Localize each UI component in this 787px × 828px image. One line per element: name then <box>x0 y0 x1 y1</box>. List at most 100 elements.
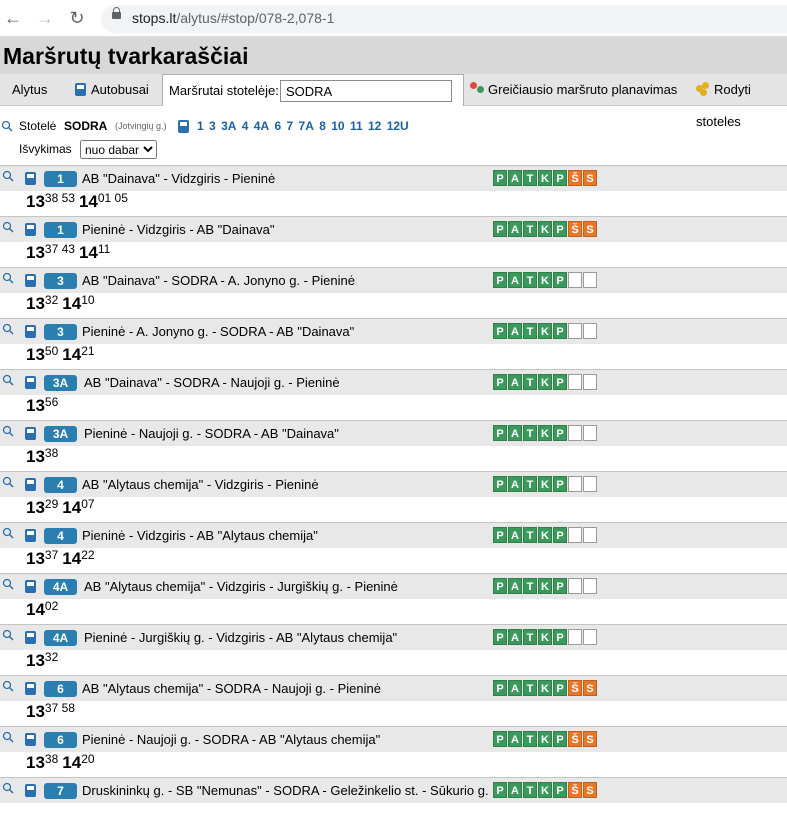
map-zoom-icon[interactable] <box>2 272 14 284</box>
route-number-badge[interactable]: 1 <box>44 222 77 238</box>
route-name[interactable]: AB "Dainava" - Vidzgiris - Pieninė <box>82 171 275 186</box>
map-zoom-icon[interactable] <box>2 680 14 692</box>
stop-search-input[interactable] <box>280 80 452 102</box>
route-header[interactable]: 4 AB "Alytaus chemija" - Vidzgiris - Pien… <box>0 471 787 497</box>
route-name[interactable]: Pieninė - Vidzgiris - AB "Dainava" <box>82 222 275 237</box>
bus-icon <box>25 427 36 440</box>
back-arrow-icon[interactable]: ← <box>2 7 24 29</box>
route-name[interactable]: Pieninė - Naujoji g. - SODRA - AB "Alyta… <box>82 732 380 747</box>
route-header[interactable]: 3A Pieninė - Naujoji g. - SODRA - AB "Dai… <box>0 420 787 446</box>
departure-select[interactable]: nuo dabar <box>80 140 157 159</box>
tab-routes-at-stop-label: Maršrutai stotelėje: <box>169 83 279 98</box>
bus-icon <box>25 733 36 746</box>
day-cell: K <box>538 680 552 696</box>
route-number-badge[interactable]: 4 <box>44 528 77 544</box>
route-header[interactable]: 6 Pieninė - Naujoji g. - SODRA - AB "Alyt… <box>0 726 787 752</box>
map-zoom-icon[interactable] <box>1 120 13 132</box>
route-link-4[interactable]: 4 <box>242 119 249 133</box>
route-header[interactable]: 4 Pieninė - Vidzgiris - AB "Alytaus chemi… <box>0 522 787 548</box>
route-name[interactable]: Druskininkų g. - SB "Nemunas" - SODRA - … <box>82 783 489 798</box>
tab-routes-at-stop[interactable]: Maršrutai stotelėje: <box>162 74 464 106</box>
stop-info: Stotelė SODRA (Jotvingių g.) 1 3 3A 4 4A… <box>0 116 787 164</box>
route-link-3a[interactable]: 3A <box>221 119 236 133</box>
tab-show-stops[interactable]: Rodyti stoteles <box>696 74 787 129</box>
route-name[interactable]: Pieninė - Naujoji g. - SODRA - AB "Daina… <box>84 426 339 441</box>
day-cell: T <box>523 170 537 186</box>
map-zoom-icon[interactable] <box>2 731 14 743</box>
route-link-6[interactable]: 6 <box>274 119 281 133</box>
route-name[interactable]: AB "Alytaus chemija" - Vidzgiris - Pieni… <box>82 477 319 492</box>
day-cell: P <box>493 374 507 390</box>
route-number-badge[interactable]: 1 <box>44 171 77 187</box>
route-name[interactable]: AB "Alytaus chemija" - SODRA - Naujoji g… <box>82 681 381 696</box>
tab-buses[interactable]: Autobusai <box>75 74 149 106</box>
route-row: 6 AB "Alytaus chemija" - SODRA - Naujoji … <box>0 675 787 726</box>
map-zoom-icon[interactable] <box>2 425 14 437</box>
route-number-badge[interactable]: 3A <box>44 426 77 442</box>
route-number-badge[interactable]: 4A <box>44 630 77 646</box>
route-number-badge[interactable]: 3 <box>44 324 77 340</box>
departure-minutes: 50 <box>44 344 59 358</box>
route-number-badge[interactable]: 4A <box>44 579 77 595</box>
day-cell: S <box>583 731 597 747</box>
day-cell: P <box>493 578 507 594</box>
map-zoom-icon[interactable] <box>2 782 14 794</box>
route-header[interactable]: 3 AB "Dainava" - SODRA - A. Jonyno g. - P… <box>0 267 787 293</box>
forward-arrow-icon[interactable]: → <box>34 7 56 29</box>
route-link-7a[interactable]: 7A <box>299 119 314 133</box>
route-header[interactable]: 6 AB "Alytaus chemija" - SODRA - Naujoji … <box>0 675 787 701</box>
route-header[interactable]: 7 Druskininkų g. - SB "Nemunas" - SODRA -… <box>0 777 787 803</box>
route-number-badge[interactable]: 7 <box>44 783 77 799</box>
day-cell: A <box>508 527 522 543</box>
route-name[interactable]: Pieninė - A. Jonyno g. - SODRA - AB "Dai… <box>82 324 354 339</box>
map-zoom-icon[interactable] <box>2 476 14 488</box>
route-link-3[interactable]: 3 <box>209 119 216 133</box>
map-zoom-icon[interactable] <box>2 527 14 539</box>
day-cell: T <box>523 374 537 390</box>
route-link-8[interactable]: 8 <box>319 119 326 133</box>
route-number-badge[interactable]: 6 <box>44 732 77 748</box>
route-header[interactable]: 4A AB "Alytaus chemija" - Vidzgiris - Jur… <box>0 573 787 599</box>
map-zoom-icon[interactable] <box>2 221 14 233</box>
route-name[interactable]: Pieninė - Vidzgiris - AB "Alytaus chemij… <box>82 528 318 543</box>
route-name[interactable]: AB "Alytaus chemija" - Vidzgiris - Jurgi… <box>84 579 398 594</box>
day-cell: P <box>553 272 567 288</box>
route-header[interactable]: 3 Pieninė - A. Jonyno g. - SODRA - AB "Da… <box>0 318 787 344</box>
day-cell: A <box>508 221 522 237</box>
route-link-7[interactable]: 7 <box>287 119 294 133</box>
day-cell <box>568 578 582 594</box>
route-name[interactable]: AB "Dainava" - SODRA - Naujoji g. - Pien… <box>84 375 340 390</box>
route-number-badge[interactable]: 3A <box>44 375 77 391</box>
route-number-badge[interactable]: 3 <box>44 273 77 289</box>
route-link-4a[interactable]: 4A <box>254 119 269 133</box>
reload-icon[interactable]: ↻ <box>66 7 88 29</box>
route-header[interactable]: 1 AB "Dainava" - Vidzgiris - Pieninė P A T K P… <box>0 165 787 191</box>
day-cell: P <box>493 170 507 186</box>
route-link-1[interactable]: 1 <box>197 119 204 133</box>
route-header[interactable]: 4A Pieninė - Jurgiškių g. - Vidzgiris - A… <box>0 624 787 650</box>
address-bar[interactable]: stops.lt/alytus/#stop/078-2,078-1 <box>101 5 787 33</box>
map-zoom-icon[interactable] <box>2 629 14 641</box>
route-link-12u[interactable]: 12U <box>387 119 409 133</box>
map-zoom-icon[interactable] <box>2 578 14 590</box>
route-name[interactable]: Pieninė - Jurgiškių g. - Vidzgiris - AB … <box>84 630 397 645</box>
route-number-badge[interactable]: 4 <box>44 477 77 493</box>
route-link-10[interactable]: 10 <box>331 119 344 133</box>
route-row: 4 AB "Alytaus chemija" - Vidzgiris - Pien… <box>0 471 787 522</box>
day-cell: A <box>508 272 522 288</box>
route-link-12[interactable]: 12 <box>368 119 381 133</box>
map-zoom-icon[interactable] <box>2 323 14 335</box>
route-header[interactable]: 1 Pieninė - Vidzgiris - AB "Dainava" P A T K P… <box>0 216 787 242</box>
tab-route-planner[interactable]: Greičiausio maršruto planavimas <box>470 74 677 106</box>
bus-icon <box>25 631 36 644</box>
map-zoom-icon[interactable] <box>2 170 14 182</box>
day-cell: P <box>493 629 507 645</box>
route-number-badge[interactable]: 6 <box>44 681 77 697</box>
day-cell <box>568 629 582 645</box>
route-header[interactable]: 3A AB "Dainava" - SODRA - Naujoji g. - Pi… <box>0 369 787 395</box>
tab-city[interactable]: Alytus <box>12 74 47 106</box>
map-zoom-icon[interactable] <box>2 374 14 386</box>
route-link-11[interactable]: 11 <box>350 119 363 133</box>
route-name[interactable]: AB "Dainava" - SODRA - A. Jonyno g. - Pi… <box>82 273 355 288</box>
departure-hour: 13 <box>26 651 45 670</box>
